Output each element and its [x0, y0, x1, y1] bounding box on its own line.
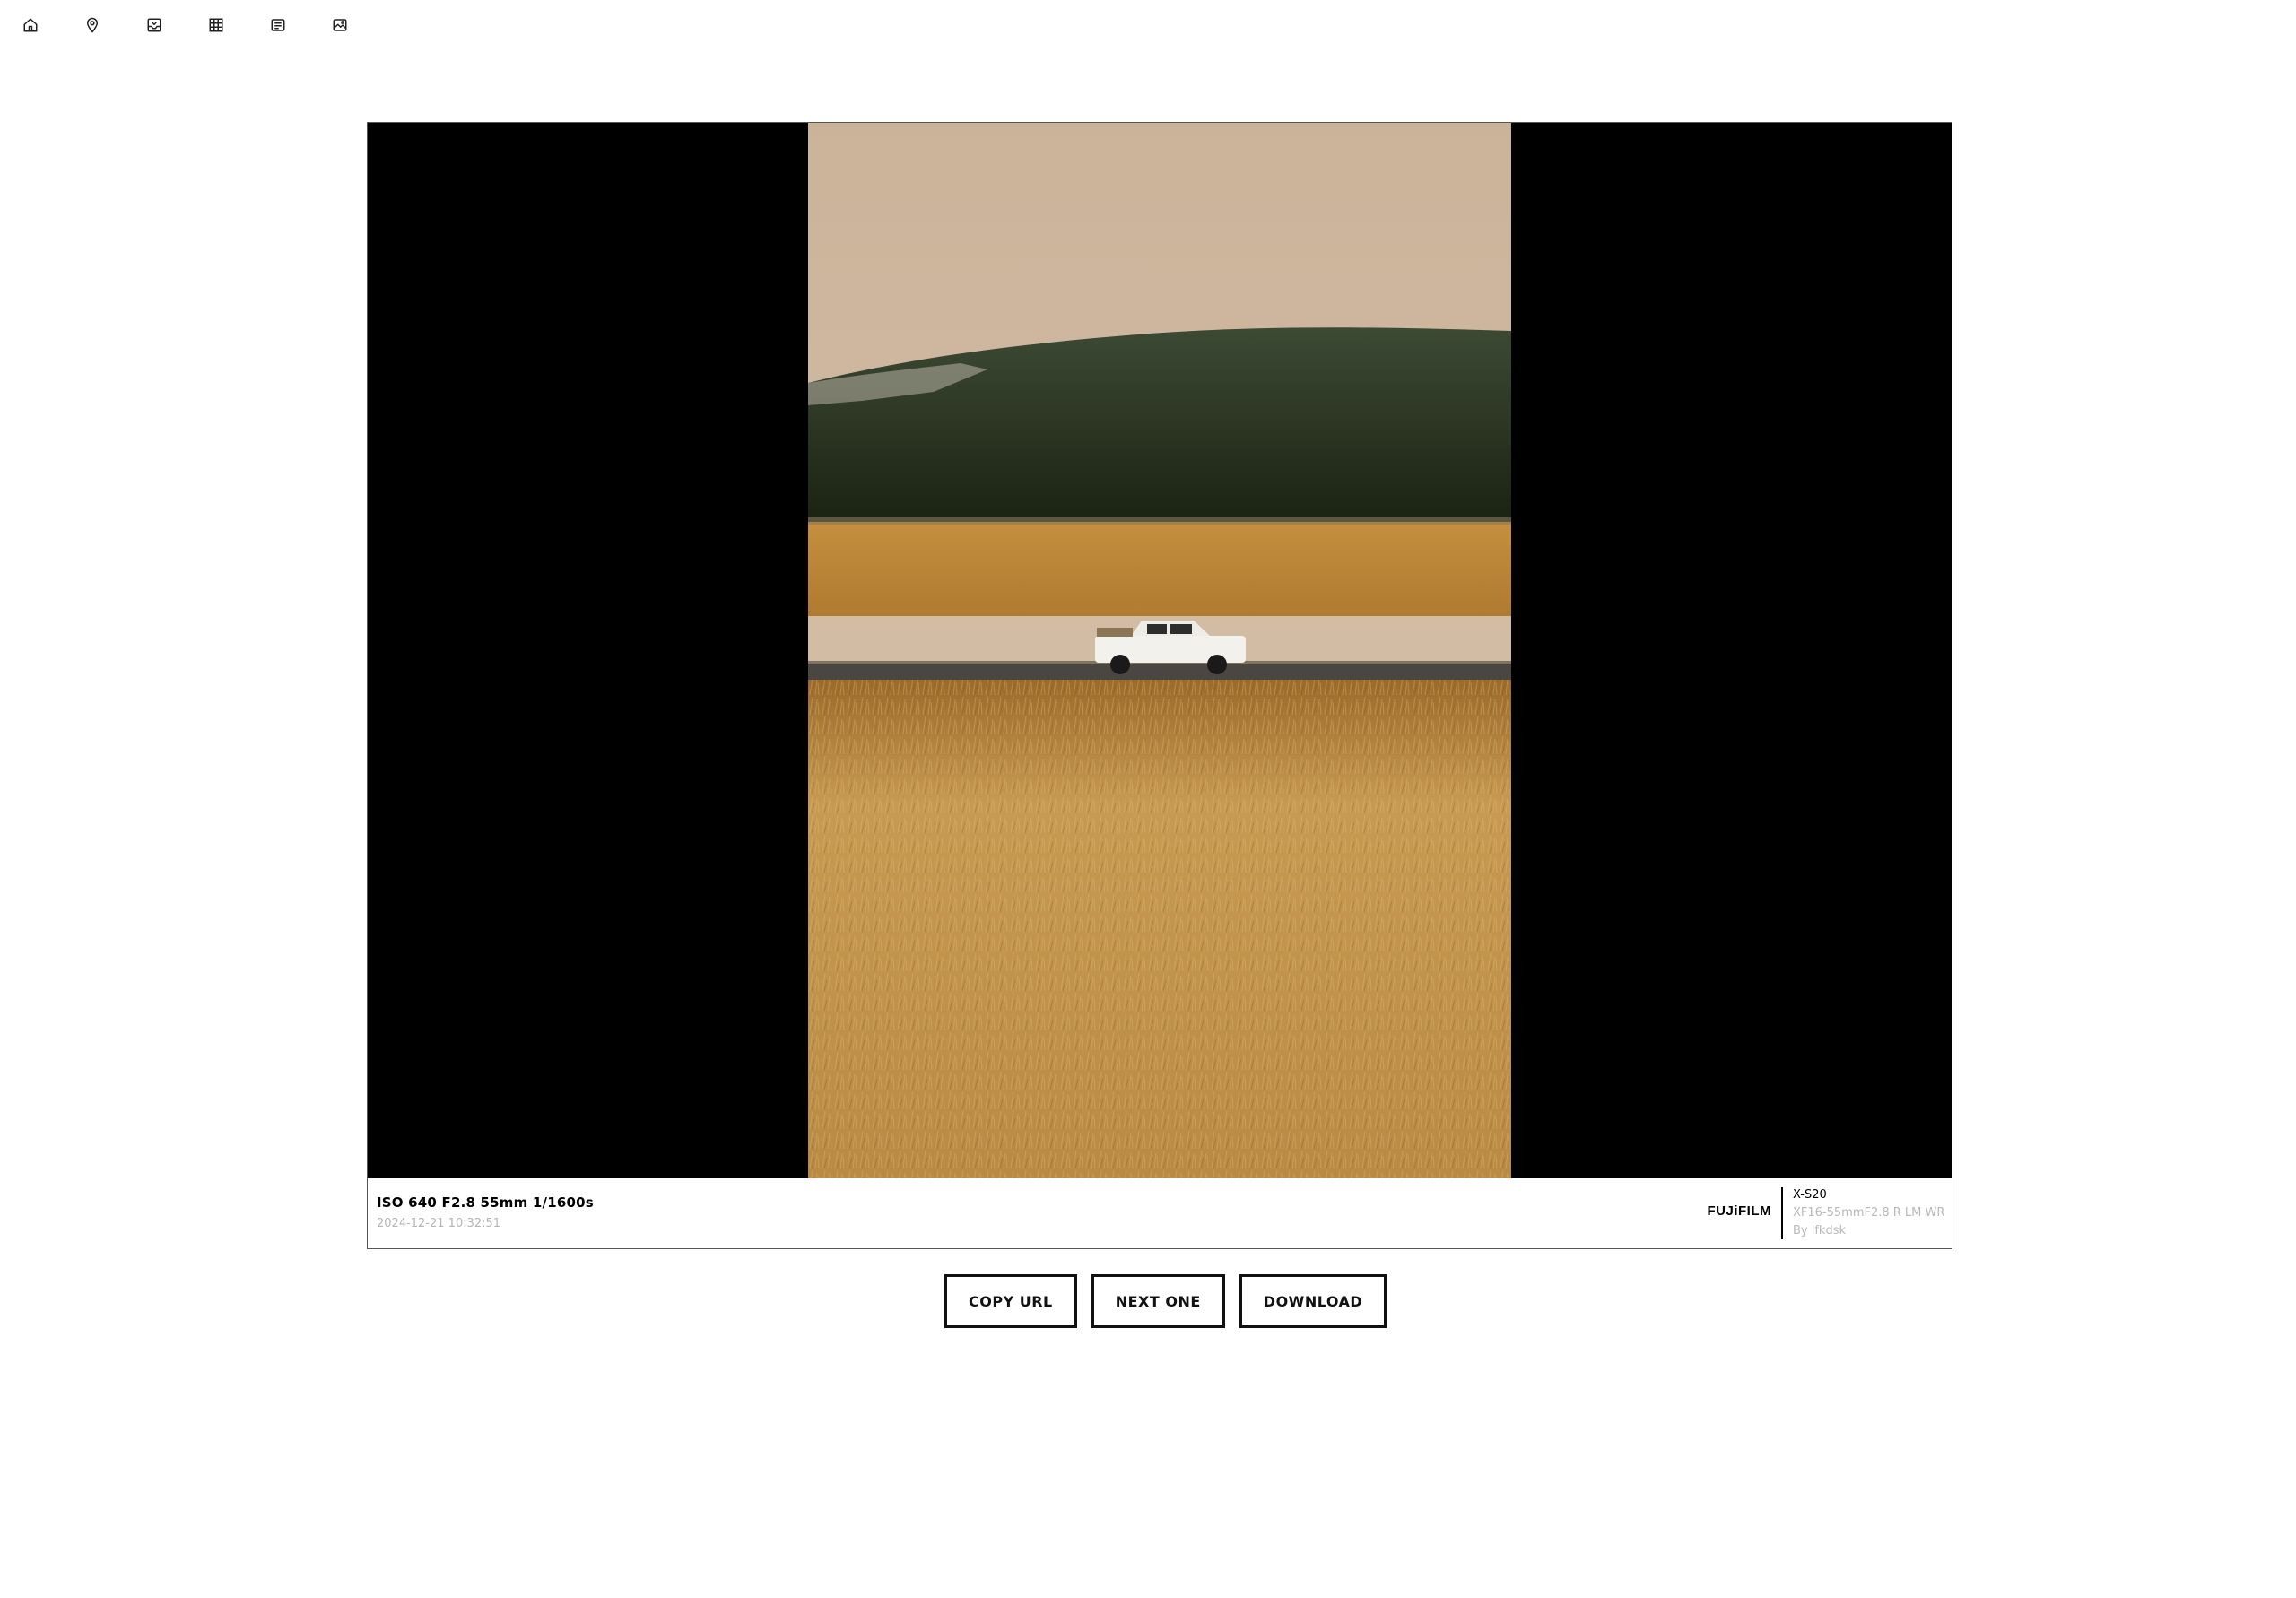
- list-icon[interactable]: [265, 13, 291, 38]
- inbox-icon[interactable]: [142, 13, 167, 38]
- lens-name: XF16-55mmF2.8 R LM WR: [1793, 1206, 1945, 1220]
- photo-info-bar: ISO 640 F2.8 55mm 1/1600s 2024-12-21 10:…: [368, 1178, 1952, 1248]
- next-one-button[interactable]: NEXT ONE: [1091, 1274, 1225, 1328]
- grid-icon[interactable]: [204, 13, 229, 38]
- image-icon[interactable]: [327, 13, 352, 38]
- photo-viewer: [368, 123, 1952, 1178]
- map-pin-icon[interactable]: [80, 13, 105, 38]
- info-divider: [1781, 1187, 1783, 1239]
- photo-image[interactable]: [808, 123, 1511, 1178]
- exif-summary: ISO 640 F2.8 55mm 1/1600s: [377, 1194, 594, 1211]
- top-nav: [0, 0, 389, 50]
- home-icon[interactable]: [18, 13, 43, 38]
- copy-url-button[interactable]: COPY URL: [944, 1274, 1077, 1328]
- photo-datetime: 2024-12-21 10:32:51: [377, 1217, 501, 1230]
- camera-model: X-S20: [1793, 1188, 1827, 1202]
- photo-author: By lfkdsk: [1793, 1224, 1847, 1238]
- camera-info: X-S20 XF16-55mmF2.8 R LM WR By lfkdsk: [1793, 1186, 1944, 1240]
- photo-card: ISO 640 F2.8 55mm 1/1600s 2024-12-21 10:…: [367, 122, 1952, 1249]
- download-button[interactable]: DOWNLOAD: [1239, 1274, 1387, 1328]
- action-buttons: COPY URL NEXT ONE DOWNLOAD: [944, 1274, 1401, 1328]
- camera-brand-logo: FUJiFILM: [1707, 1203, 1771, 1219]
